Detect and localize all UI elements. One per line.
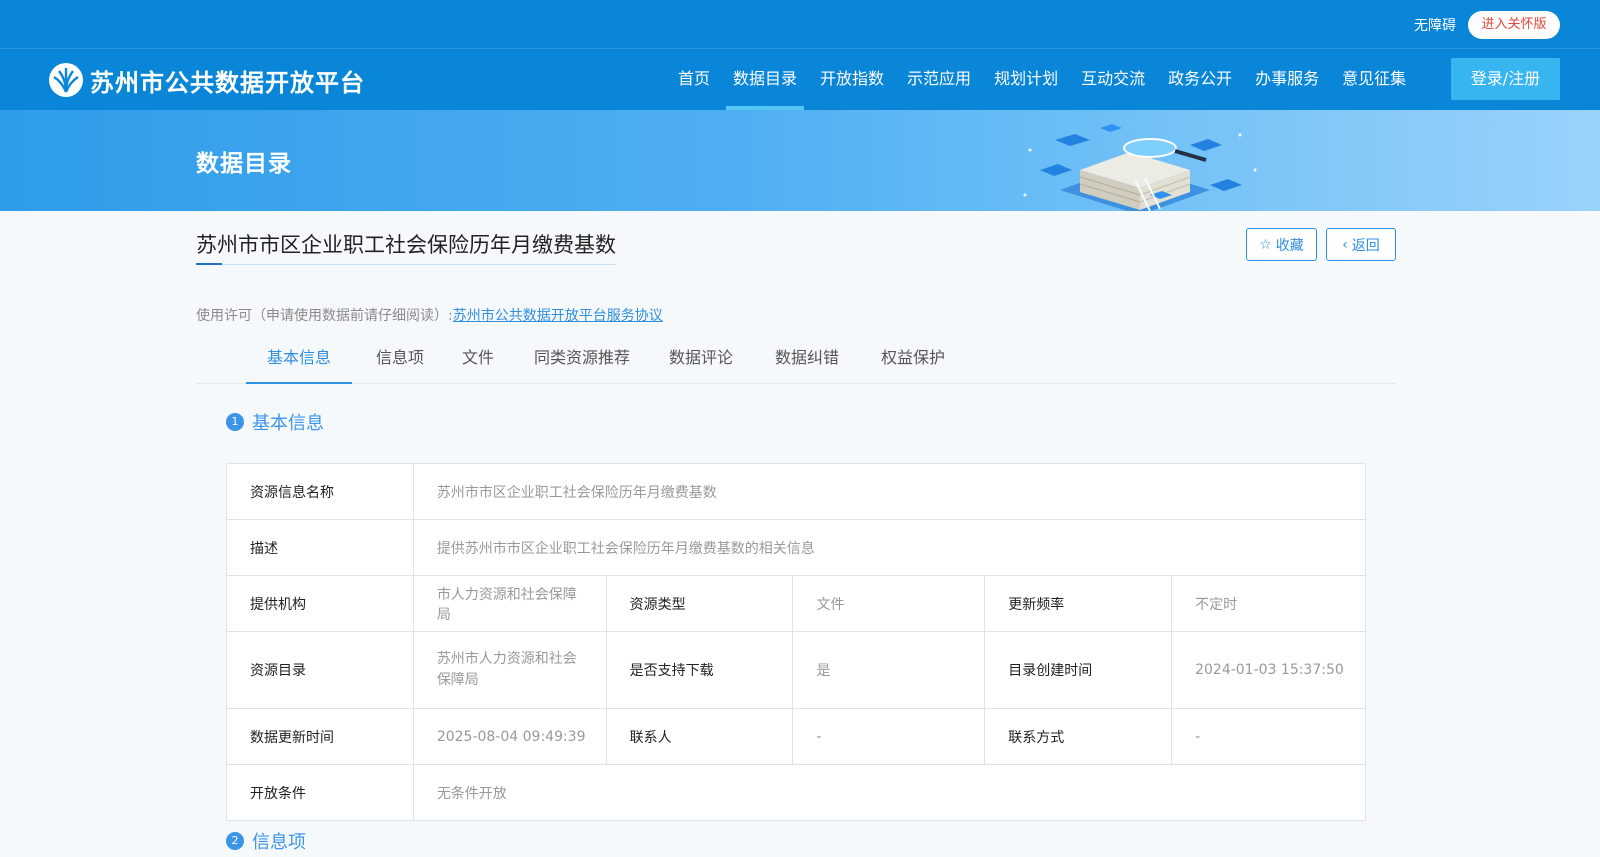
nav-gov-affairs[interactable]: 政务公开 <box>1158 49 1242 110</box>
logo-text: 苏州市公共数据开放平台 <box>90 67 365 97</box>
top-utility-bar: 无障碍 进入关怀版 <box>0 0 1600 49</box>
back-label: 返回 <box>1351 237 1380 254</box>
page-banner: 数据目录 <box>0 110 1600 211</box>
tab-comments[interactable]: 数据评论 <box>656 336 746 384</box>
section-number-badge: 2 <box>226 832 244 850</box>
provider-label: 提供机构 <box>226 575 414 632</box>
table-row: 开放条件 无条件开放 <box>226 764 1367 821</box>
dataset-title: 苏州市市区企业职工社会保险历年月缴费基数 <box>196 229 616 265</box>
detail-tabs: 基本信息 信息项 文件 同类资源推荐 数据评论 数据纠错 权益保护 <box>196 336 1396 384</box>
table-row: 提供机构 市人力资源和社会保障局 资源类型 文件 更新频率 不定时 <box>226 575 1366 632</box>
care-mode-button[interactable]: 进入关怀版 <box>1468 11 1560 39</box>
data-isometric-illustration <box>1023 124 1257 211</box>
description-label: 描述 <box>226 519 414 576</box>
table-row: 数据更新时间 2025-08-04 09:49:39 联系人 - 联系方式 - <box>226 708 1366 765</box>
banner-title: 数据目录 <box>196 151 292 177</box>
data-updated-value: 2025-08-04 09:49:39 <box>412 708 607 765</box>
table-row: 资源信息名称 苏州市市区企业职工社会保险历年月缴费基数 <box>226 463 1367 520</box>
star-icon: ☆ <box>1259 236 1272 253</box>
nav-open-index[interactable]: 开放指数 <box>810 49 894 110</box>
service-agreement-link[interactable]: 苏州市公共数据开放平台服务协议 <box>453 308 663 324</box>
site-logo[interactable]: 苏州市公共数据开放平台 <box>48 61 365 99</box>
update-frequency-value: 不定时 <box>1171 575 1366 632</box>
resource-type-value: 文件 <box>792 575 986 632</box>
logo-icon <box>49 63 83 97</box>
download-support-label: 是否支持下载 <box>605 631 794 709</box>
section-number-badge: 1 <box>226 413 244 431</box>
resource-name-value: 苏州市市区企业职工社会保险历年月缴费基数 <box>412 463 1367 520</box>
nav-demo-apps[interactable]: 示范应用 <box>897 49 981 110</box>
provider-value: 市人力资源和社会保障局 <box>412 575 607 632</box>
main-header: 苏州市公共数据开放平台 首页 数据目录 开放指数 示范应用 规划计划 互动交流 … <box>0 49 1600 110</box>
table-row: 资源目录 苏州市人力资源和社会保障局 是否支持下载 是 目录创建时间 2024-… <box>226 631 1366 709</box>
accessibility-link[interactable]: 无障碍 <box>1414 15 1456 35</box>
section-title: 基本信息 <box>252 413 324 434</box>
tab-info-items[interactable]: 信息项 <box>360 336 440 384</box>
update-frequency-label: 更新频率 <box>984 575 1173 632</box>
license-line: 使用许可（申请使用数据前请仔细阅读）:苏州市公共数据开放平台服务协议 <box>196 305 663 325</box>
main-content: 苏州市市区企业职工社会保险历年月缴费基数 ☆ 收藏 ‹ 返回 使用许可（申请使用… <box>0 211 1600 857</box>
section-basic-info-heading: 1 基本信息 <box>226 409 324 435</box>
section-title: 信息项 <box>252 832 306 853</box>
nav-feedback[interactable]: 意见征集 <box>1332 49 1416 110</box>
favorite-label: 收藏 <box>1275 237 1304 254</box>
catalog-created-label: 目录创建时间 <box>984 631 1173 709</box>
contact-method-value: - <box>1171 708 1366 765</box>
tab-basic-info[interactable]: 基本信息 <box>246 336 352 384</box>
nav-plans[interactable]: 规划计划 <box>984 49 1068 110</box>
open-condition-label: 开放条件 <box>226 764 414 821</box>
nav-data-catalog[interactable]: 数据目录 <box>723 49 807 110</box>
contact-person-label: 联系人 <box>605 708 794 765</box>
tab-files[interactable]: 文件 <box>448 336 508 384</box>
section-info-items-heading: 2 信息项 <box>226 828 306 854</box>
nav-home[interactable]: 首页 <box>668 49 720 110</box>
open-condition-value: 无条件开放 <box>412 764 1367 821</box>
basic-info-table: 资源信息名称 苏州市市区企业职工社会保险历年月缴费基数 描述 提供苏州市市区企业… <box>226 463 1367 821</box>
description-value: 提供苏州市市区企业职工社会保险历年月缴费基数的相关信息 <box>412 519 1367 576</box>
download-support-value: 是 <box>792 631 986 709</box>
resource-name-label: 资源信息名称 <box>226 463 414 520</box>
catalog-label: 资源目录 <box>226 631 414 709</box>
tab-rights-protection[interactable]: 权益保护 <box>868 336 958 384</box>
favorite-button[interactable]: ☆ 收藏 <box>1246 228 1317 261</box>
login-register-button[interactable]: 登录/注册 <box>1451 58 1560 100</box>
tab-similar-resources[interactable]: 同类资源推荐 <box>526 336 638 384</box>
tab-error-report[interactable]: 数据纠错 <box>762 336 852 384</box>
nav-interaction[interactable]: 互动交流 <box>1071 49 1155 110</box>
contact-method-label: 联系方式 <box>984 708 1173 765</box>
catalog-value: 苏州市人力资源和社会保障局 <box>412 631 607 709</box>
table-row: 描述 提供苏州市市区企业职工社会保险历年月缴费基数的相关信息 <box>226 519 1367 576</box>
main-nav: 首页 数据目录 开放指数 示范应用 规划计划 互动交流 政务公开 办事服务 意见… <box>668 49 1419 110</box>
nav-services[interactable]: 办事服务 <box>1245 49 1329 110</box>
license-label: 使用许可（申请使用数据前请仔细阅读）: <box>196 308 453 324</box>
back-button[interactable]: ‹ 返回 <box>1326 228 1396 261</box>
chevron-left-icon: ‹ <box>1342 236 1348 253</box>
contact-person-value: - <box>792 708 986 765</box>
resource-type-label: 资源类型 <box>605 575 794 632</box>
catalog-created-value: 2024-01-03 15:37:50 <box>1171 631 1366 709</box>
data-updated-label: 数据更新时间 <box>226 708 414 765</box>
